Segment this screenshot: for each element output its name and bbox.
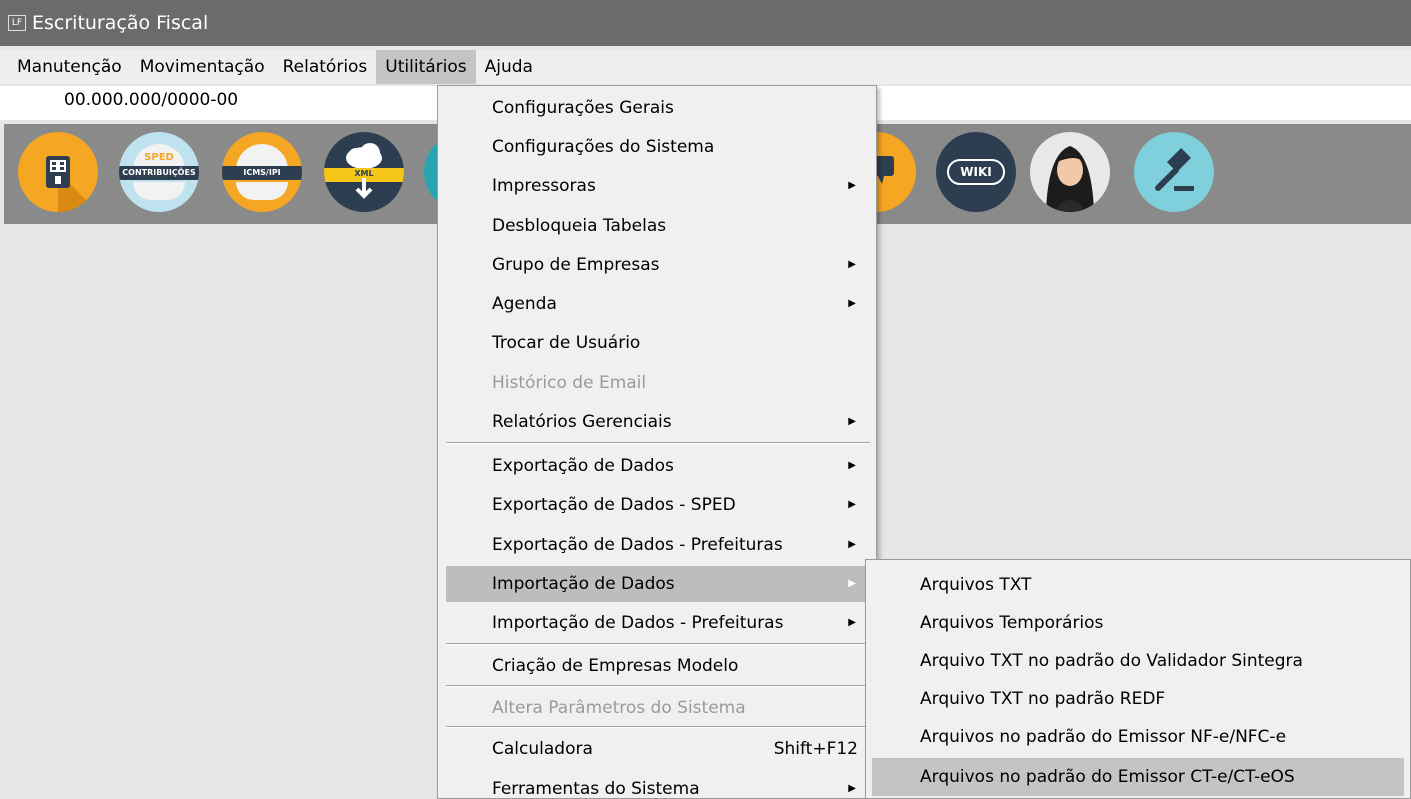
menu-item-label: Calculadora <box>492 739 593 759</box>
submenu-item-label: Arquivos Temporários <box>920 613 1104 633</box>
menu-item-label: Exportação de Dados - SPED <box>492 495 736 515</box>
submenu-item-validador-sintegra[interactable]: Arquivo TXT no padrão do Validador Sinte… <box>872 642 1404 680</box>
menu-item-label: Altera Parâmetros do Sistema <box>492 698 746 718</box>
menu-item-importacao-dados[interactable]: Importação de Dados ▶ <box>446 566 870 602</box>
menu-item-label: Ferramentas do Sistema <box>492 779 700 799</box>
submenu-arrow-icon: ▶ <box>848 539 856 550</box>
menu-ajuda[interactable]: Ajuda <box>476 50 542 84</box>
submenu-item-redf[interactable]: Arquivo TXT no padrão REDF <box>872 680 1404 718</box>
submenu-arrow-icon: ▶ <box>848 499 856 510</box>
menu-item-exportacao-dados-sped[interactable]: Exportação de Dados - SPED ▶ <box>446 487 870 523</box>
submenu-item-arquivos-txt[interactable]: Arquivos TXT <box>872 566 1404 604</box>
submenu-item-label: Arquivo TXT no padrão REDF <box>920 689 1166 709</box>
app-logo-icon: LF <box>8 15 26 31</box>
menu-item-label: Trocar de Usuário <box>492 333 641 353</box>
sped-icms-ipi-label: ICMS/IPI <box>222 166 302 180</box>
menu-separator <box>446 726 870 728</box>
menu-item-historico-email: Histórico de Email <box>446 365 870 401</box>
sped-contribuicoes-icon[interactable]: SPED CONTRIBUIÇÕES <box>119 132 199 212</box>
submenu-item-arquivos-temporarios[interactable]: Arquivos Temporários <box>872 604 1404 642</box>
menu-item-importacao-dados-prefeituras[interactable]: Importação de Dados - Prefeituras ▶ <box>446 605 870 641</box>
wiki-label: WIKI <box>947 159 1005 185</box>
menu-item-impressoras[interactable]: Impressoras ▶ <box>446 168 870 204</box>
utilitarios-dropdown: Configurações Gerais Configurações do Si… <box>437 85 877 799</box>
submenu-arrow-icon: ▶ <box>848 617 856 628</box>
menu-separator <box>446 643 870 645</box>
menu-item-criacao-empresas-modelo[interactable]: Criação de Empresas Modelo <box>446 648 870 684</box>
wiki-icon[interactable]: WIKI <box>936 132 1016 212</box>
xml-download-icon[interactable]: XML <box>324 132 404 212</box>
legal-gavel-icon[interactable] <box>1134 132 1214 212</box>
submenu-item-label: Arquivos no padrão do Emissor NF-e/NFC-e <box>920 727 1287 747</box>
menu-utilitarios[interactable]: Utilitários <box>376 50 476 84</box>
menu-item-ferramentas-sistema[interactable]: Ferramentas do Sistema ▶ <box>446 771 870 799</box>
submenu-item-label: Arquivos no padrão do Emissor CT-e/CT-eO… <box>920 767 1295 787</box>
menu-relatorios[interactable]: Relatórios <box>274 50 377 84</box>
menu-item-calculadora[interactable]: Calculadora Shift+F12 <box>446 731 870 767</box>
menu-item-label: Relatórios Gerenciais <box>492 412 672 432</box>
menu-item-label: Desbloqueia Tabelas <box>492 216 667 236</box>
sped-icms-ipi-icon[interactable]: ICMS/IPI <box>222 132 302 212</box>
assistant-avatar-icon[interactable] <box>1030 132 1110 212</box>
submenu-arrow-icon: ▶ <box>848 460 856 471</box>
xml-label: XML <box>354 169 374 178</box>
menu-item-label: Criação de Empresas Modelo <box>492 656 739 676</box>
shortcut-label: Shift+F12 <box>773 739 858 759</box>
window-title: Escrituração Fiscal <box>32 12 209 34</box>
menu-item-label: Histórico de Email <box>492 373 647 393</box>
menu-bar: Manutenção Movimentação Relatórios Utili… <box>0 50 1411 84</box>
menu-item-label: Agenda <box>492 294 557 314</box>
company-building-icon[interactable] <box>18 132 98 212</box>
menu-item-agenda[interactable]: Agenda ▶ <box>446 286 870 322</box>
menu-item-desbloqueia-tabelas[interactable]: Desbloqueia Tabelas <box>446 208 870 244</box>
submenu-item-emissor-nfe[interactable]: Arquivos no padrão do Emissor NF-e/NFC-e <box>872 718 1404 756</box>
menu-item-label: Exportação de Dados <box>492 456 674 476</box>
menu-item-exportacao-dados[interactable]: Exportação de Dados ▶ <box>446 448 870 484</box>
submenu-arrow-icon: ▶ <box>848 180 856 191</box>
menu-item-label: Configurações do Sistema <box>492 137 715 157</box>
menu-separator <box>446 685 870 687</box>
menu-item-relatorios-gerenciais[interactable]: Relatórios Gerenciais ▶ <box>446 404 870 440</box>
importacao-submenu: Arquivos TXT Arquivos Temporários Arquiv… <box>865 559 1411 799</box>
menu-item-label: Importação de Dados - Prefeituras <box>492 613 784 633</box>
menu-item-trocar-usuario[interactable]: Trocar de Usuário <box>446 325 870 361</box>
submenu-item-label: Arquivos TXT <box>920 575 1032 595</box>
menu-item-label: Exportação de Dados - Prefeituras <box>492 535 783 555</box>
menu-item-configuracoes-sistema[interactable]: Configurações do Sistema <box>446 129 870 165</box>
menu-movimentacao[interactable]: Movimentação <box>131 50 274 84</box>
sped-contribuicoes-label: CONTRIBUIÇÕES <box>119 166 199 180</box>
menu-item-grupo-empresas[interactable]: Grupo de Empresas ▶ <box>446 247 870 283</box>
submenu-item-emissor-cte[interactable]: Arquivos no padrão do Emissor CT-e/CT-eO… <box>872 758 1404 796</box>
submenu-item-label: Arquivo TXT no padrão do Validador Sinte… <box>920 651 1303 671</box>
menu-item-label: Importação de Dados <box>492 574 675 594</box>
menu-item-altera-parametros: Altera Parâmetros do Sistema <box>446 690 870 726</box>
menu-item-exportacao-dados-prefeituras[interactable]: Exportação de Dados - Prefeituras ▶ <box>446 527 870 563</box>
menu-separator <box>446 442 870 444</box>
title-bar: LF Escrituração Fiscal <box>0 0 1411 46</box>
menu-item-label: Grupo de Empresas <box>492 255 660 275</box>
submenu-arrow-icon: ▶ <box>848 578 856 589</box>
menu-manutencao[interactable]: Manutenção <box>8 50 131 84</box>
menu-item-label: Configurações Gerais <box>492 98 674 118</box>
submenu-arrow-icon: ▶ <box>848 416 856 427</box>
submenu-arrow-icon: ▶ <box>848 298 856 309</box>
menu-item-label: Impressoras <box>492 176 596 196</box>
company-cnpj: 00.000.000/0000-00 <box>64 90 239 110</box>
menu-item-configuracoes-gerais[interactable]: Configurações Gerais <box>446 90 870 126</box>
submenu-arrow-icon: ▶ <box>848 783 856 794</box>
submenu-arrow-icon: ▶ <box>848 259 856 270</box>
